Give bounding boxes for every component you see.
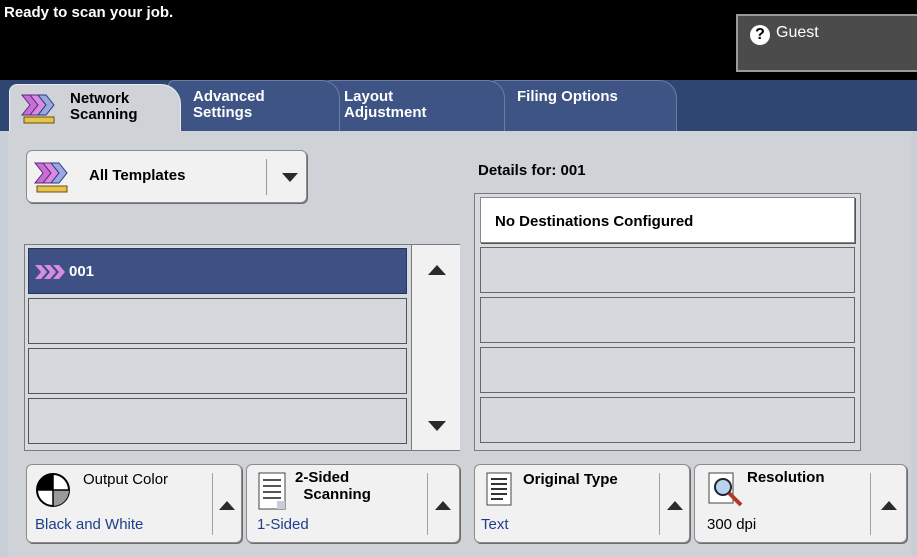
details-list: No Destinations Configured [474,193,861,451]
details-heading: Details for: 001 [478,162,586,179]
dropdown-divider [266,159,267,195]
button-divider [870,473,871,535]
button-divider [427,473,428,535]
tab-advanced-settings[interactable]: Advanced Settings [168,80,340,131]
template-row[interactable] [28,348,407,394]
template-chevron-icon [35,265,65,279]
up-arrow-icon[interactable] [881,501,897,510]
original-type-label: Original Type [523,471,618,488]
two-sided-scanning-button[interactable]: 2-Sided Scanning 1-Sided [246,464,460,543]
template-row-label: 001 [69,263,95,280]
tab-layout-adjustment[interactable]: Layout Adjustment [325,80,505,131]
resolution-label: Resolution [747,469,825,486]
output-color-label: Output Color [83,471,169,488]
destination-row [480,247,855,293]
original-type-button[interactable]: Original Type Text [474,464,690,543]
template-row[interactable] [28,298,407,344]
original-type-icon [486,472,512,506]
destination-row [480,297,855,343]
button-divider [212,473,213,535]
all-templates-label: All Templates [89,167,186,184]
original-type-value: Text [481,516,509,533]
tab-strip: Filing Options Layout Adjustment Advanced… [0,80,917,132]
guest-button[interactable]: ? Guest [736,14,917,72]
button-divider [659,473,660,535]
two-sided-value: 1-Sided [257,516,309,533]
destination-row [480,397,855,443]
destination-row[interactable]: No Destinations Configured [480,197,855,243]
tab-filing-options[interactable]: Filing Options [490,80,677,131]
output-color-icon [36,473,70,507]
status-message: Ready to scan your job. [4,4,174,21]
up-arrow-icon[interactable] [667,501,683,510]
scroll-up-icon[interactable] [428,265,446,275]
tab-advanced-settings-label: Advanced Settings [193,88,265,121]
up-arrow-icon[interactable] [219,501,235,510]
template-row[interactable] [28,398,407,444]
output-color-button[interactable]: Output Color Black and White [26,464,242,543]
resolution-value: 300 dpi [707,516,757,533]
up-arrow-icon[interactable] [435,501,451,510]
template-scrollbar[interactable] [411,245,460,450]
destination-row-label: No Destinations Configured [495,213,694,230]
all-templates-dropdown[interactable]: All Templates [26,150,307,203]
dropdown-arrow-icon [282,173,298,182]
guest-label: Guest [776,24,819,41]
two-sided-label: 2-Sided Scanning [295,469,371,503]
tab-network-scanning[interactable]: Network Scanning [9,84,181,132]
resolution-button[interactable]: Resolution 300 dpi [694,464,907,543]
template-list: 001 [24,244,460,451]
details-label: Details for: [478,162,557,179]
all-templates-icon [33,162,68,193]
help-icon: ? [750,25,770,45]
scroll-down-icon[interactable] [428,421,446,431]
tab-filing-options-label: Filing Options [517,88,618,105]
two-sided-icon [258,472,286,510]
tab-network-scanning-label: Network Scanning [70,90,138,123]
tab-layout-adjustment-label: Layout Adjustment [344,88,427,121]
resolution-icon [708,472,743,507]
network-scanning-icon [20,94,55,124]
output-color-value: Black and White [35,516,144,533]
destination-row [480,347,855,393]
template-row-001[interactable]: 001 [28,248,407,294]
details-value: 001 [560,162,586,179]
